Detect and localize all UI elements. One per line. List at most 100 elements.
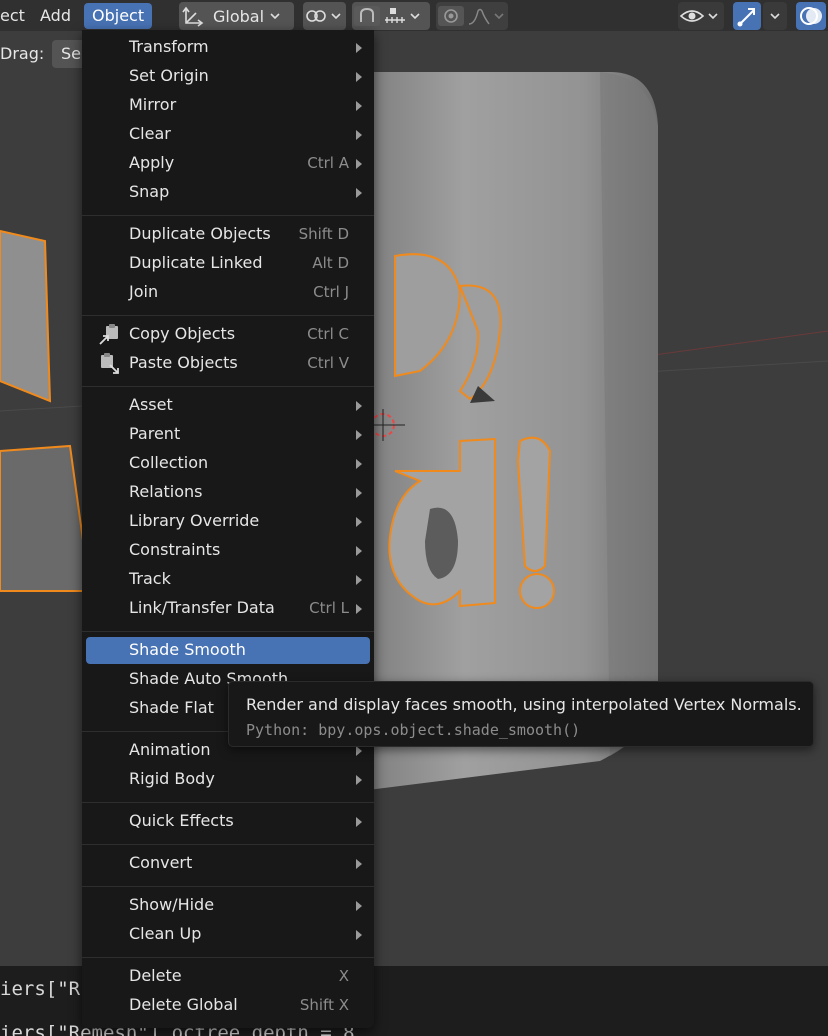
submenu-arrow-icon xyxy=(356,430,362,440)
menu-item-rigid-body[interactable]: Rigid Body xyxy=(86,766,370,793)
header-menu-select[interactable]: ect xyxy=(0,3,33,29)
visibility-dropdown[interactable] xyxy=(678,2,724,30)
submenu-arrow-icon xyxy=(356,188,362,198)
chevron-down-icon xyxy=(708,13,718,20)
submenu-arrow-icon xyxy=(356,604,362,614)
menu-separator xyxy=(82,802,374,803)
menu-item-label: Quick Effects xyxy=(129,811,234,830)
shortcut-label: Shift X xyxy=(299,996,349,1014)
header-menu-object[interactable]: Object xyxy=(84,3,153,29)
snapping-dropdown[interactable] xyxy=(352,2,430,30)
gizmo-toggle-button[interactable] xyxy=(733,2,761,30)
tooltip-python: Python: bpy.ops.object.shade_smooth() xyxy=(246,721,581,739)
chevron-down-icon xyxy=(494,13,504,20)
menu-item-asset[interactable]: Asset xyxy=(86,392,370,419)
submenu-arrow-icon xyxy=(356,817,362,827)
shortcut-label: Ctrl C xyxy=(307,325,349,343)
gizmo-icon xyxy=(737,8,755,27)
menu-item-link-transfer-data[interactable]: Link/Transfer Data Ctrl L xyxy=(86,595,370,622)
menu-item-library-override[interactable]: Library Override xyxy=(86,508,370,535)
object-menu: Transform Set Origin Mirror Clear Apply C… xyxy=(82,30,374,1028)
menu-item-label: Join xyxy=(129,282,159,301)
shortcut-label: Ctrl A xyxy=(307,154,349,172)
menu-item-label: Track xyxy=(129,569,171,588)
menu-separator xyxy=(82,386,374,387)
snap-increment-icon xyxy=(385,8,405,23)
menu-item-convert[interactable]: Convert xyxy=(86,850,370,877)
menu-item-label: Constraints xyxy=(129,540,221,559)
shortcut-label: Alt D xyxy=(312,254,349,272)
proportional-editing-icon xyxy=(438,6,464,26)
menu-item-clear[interactable]: Clear xyxy=(86,121,370,148)
shortcut-label: Shift D xyxy=(298,225,349,243)
submenu-arrow-icon xyxy=(356,746,362,756)
menu-item-set-origin[interactable]: Set Origin xyxy=(86,63,370,90)
copy-icon xyxy=(99,324,118,345)
shortcut-label: X xyxy=(338,967,349,985)
menu-item-parent[interactable]: Parent xyxy=(86,421,370,448)
overlays-toggle-button[interactable] xyxy=(796,2,826,30)
submenu-arrow-icon xyxy=(356,517,362,527)
menu-item-mirror[interactable]: Mirror xyxy=(86,92,370,119)
menu-item-label: Paste Objects xyxy=(129,353,238,372)
menu-item-label: Link/Transfer Data xyxy=(129,598,275,617)
eye-icon xyxy=(679,10,705,22)
chevron-down-icon xyxy=(410,13,420,20)
menu-item-label: Set Origin xyxy=(129,66,209,85)
submenu-arrow-icon xyxy=(356,43,362,53)
pivot-point-dropdown[interactable] xyxy=(303,2,346,30)
menu-item-label: Convert xyxy=(129,853,193,872)
menu-item-clean-up[interactable]: Clean Up xyxy=(86,921,370,948)
menu-item-track[interactable]: Track xyxy=(86,566,370,593)
menu-item-copy-objects[interactable]: Copy Objects Ctrl C xyxy=(86,321,370,348)
menu-item-collection[interactable]: Collection xyxy=(86,450,370,477)
menu-separator xyxy=(82,631,374,632)
menu-item-label: Relations xyxy=(129,482,203,501)
gizmo-dropdown[interactable] xyxy=(763,2,787,30)
menu-item-label: Show/Hide xyxy=(129,895,215,914)
tooltip-description: Render and display faces smooth, using i… xyxy=(246,695,802,714)
menu-item-duplicate-objects[interactable]: Duplicate Objects Shift D xyxy=(86,221,370,248)
menu-item-quick-effects[interactable]: Quick Effects xyxy=(86,808,370,835)
menu-item-label: Rigid Body xyxy=(129,769,215,788)
shortcut-label: Ctrl V xyxy=(307,354,349,372)
menu-item-label: Apply xyxy=(129,153,175,172)
menu-item-paste-objects[interactable]: Paste Objects Ctrl V xyxy=(86,350,370,377)
submenu-arrow-icon xyxy=(356,901,362,911)
menu-item-label: Parent xyxy=(129,424,181,443)
menu-item-apply[interactable]: Apply Ctrl A xyxy=(86,150,370,177)
header-menu-add[interactable]: Add xyxy=(32,3,79,29)
menu-separator xyxy=(82,886,374,887)
submenu-arrow-icon xyxy=(356,159,362,169)
submenu-arrow-icon xyxy=(356,101,362,111)
menu-item-delete[interactable]: Delete X xyxy=(86,963,370,990)
shortcut-label: Ctrl J xyxy=(313,283,349,301)
console-line: iers["R xyxy=(0,978,81,1000)
menu-item-join[interactable]: Join Ctrl J xyxy=(86,279,370,306)
menu-item-label: Clear xyxy=(129,124,171,143)
proportional-editing-dropdown[interactable] xyxy=(436,2,508,30)
menu-item-constraints[interactable]: Constraints xyxy=(86,537,370,564)
menu-item-label: Delete Global xyxy=(129,995,238,1014)
menu-item-label: Shade Smooth xyxy=(129,640,246,659)
submenu-arrow-icon xyxy=(356,575,362,585)
shade-smooth-tooltip: Render and display faces smooth, using i… xyxy=(228,681,814,747)
falloff-curve-icon xyxy=(468,8,490,25)
submenu-arrow-icon xyxy=(356,459,362,469)
menu-item-label: Duplicate Linked xyxy=(129,253,263,272)
menu-item-label: Transform xyxy=(129,37,209,56)
menu-item-shade-smooth[interactable]: Shade Smooth xyxy=(86,637,370,664)
chevron-down-icon xyxy=(770,13,780,20)
menu-item-delete-global[interactable]: Delete Global Shift X xyxy=(86,992,370,1019)
menu-item-relations[interactable]: Relations xyxy=(86,479,370,506)
menu-item-transform[interactable]: Transform xyxy=(86,34,370,61)
orientation-label: Global xyxy=(213,6,265,26)
menu-item-label: Duplicate Objects xyxy=(129,224,271,243)
menu-item-duplicate-linked[interactable]: Duplicate Linked Alt D xyxy=(86,250,370,277)
submenu-arrow-icon xyxy=(356,546,362,556)
menu-item-snap[interactable]: Snap xyxy=(86,179,370,206)
submenu-arrow-icon xyxy=(356,72,362,82)
transform-orientation-dropdown[interactable]: Global xyxy=(179,2,294,30)
menu-item-show-hide[interactable]: Show/Hide xyxy=(86,892,370,919)
menu-item-label: Animation xyxy=(129,740,211,759)
